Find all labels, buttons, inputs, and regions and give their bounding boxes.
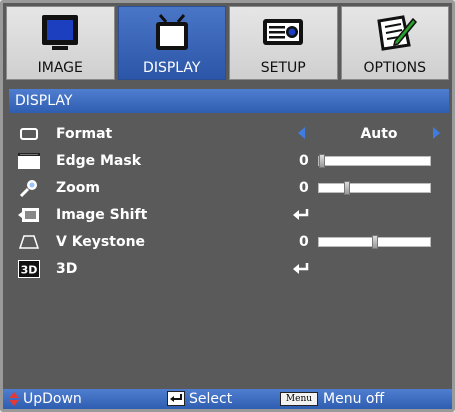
- menu-item-v-keystone[interactable]: V Keystone 0: [9, 229, 449, 256]
- menu-item-format[interactable]: Format Auto: [9, 121, 449, 148]
- up-down-arrow-icon: [9, 392, 19, 406]
- right-arrow-icon[interactable]: [433, 127, 440, 139]
- svg-text:3D: 3D: [21, 264, 38, 277]
- projector-icon: [263, 19, 304, 45]
- menu-item-image-shift[interactable]: Image Shift: [9, 202, 449, 229]
- tab-options[interactable]: OPTIONS: [340, 6, 449, 80]
- menu-item-label: Zoom: [56, 180, 100, 196]
- menu-off-hint: Menu off: [323, 391, 385, 407]
- zoom-slider[interactable]: [318, 181, 431, 195]
- menu-item-label: Format: [56, 126, 113, 142]
- image-shift-icon: [18, 208, 39, 222]
- menu-item-label: 3D: [56, 261, 78, 277]
- menu-item-edge-mask[interactable]: Edge Mask 0: [9, 148, 449, 175]
- menu-list: Format Auto Edge Mask 0 Zoom 0 Image Shi…: [9, 121, 449, 283]
- menu-item-3d[interactable]: 3D 3D: [9, 256, 449, 283]
- tab-label: SETUP: [260, 60, 306, 76]
- format-value: Auto: [360, 126, 398, 142]
- zoom-icon: [19, 180, 37, 197]
- tab-label: OPTIONS: [363, 60, 427, 76]
- 3d-icon: 3D: [18, 260, 40, 278]
- edge-mask-value: 0: [299, 153, 309, 169]
- tab-setup[interactable]: SETUP: [229, 6, 338, 80]
- menu-item-label: Edge Mask: [56, 153, 141, 169]
- slider-thumb[interactable]: [344, 181, 350, 195]
- slider-thumb[interactable]: [372, 235, 378, 249]
- edge-mask-icon: [18, 153, 40, 169]
- format-icon: [20, 128, 38, 140]
- v-keystone-slider[interactable]: [318, 235, 431, 249]
- menu-item-zoom[interactable]: Zoom 0: [9, 175, 449, 202]
- notepad-pencil-icon: [377, 15, 417, 51]
- section-header: DISPLAY: [9, 89, 449, 113]
- keystone-icon: [18, 235, 40, 249]
- footer-bar: UpDown Select Menu Menu off: [3, 389, 452, 409]
- tab-label: DISPLAY: [143, 60, 201, 76]
- monitor-icon: [42, 15, 79, 50]
- v-keystone-value: 0: [299, 234, 309, 250]
- updown-hint: UpDown: [23, 391, 82, 407]
- zoom-value: 0: [299, 180, 309, 196]
- select-hint: Select: [189, 391, 233, 407]
- menu-item-label: Image Shift: [56, 207, 148, 223]
- enter-icon[interactable]: [293, 208, 309, 220]
- left-arrow-icon[interactable]: [298, 127, 305, 139]
- menu-key-icon: Menu: [280, 392, 318, 406]
- tab-label: IMAGE: [37, 60, 83, 76]
- tv-icon: [155, 14, 188, 50]
- enter-icon[interactable]: [293, 262, 309, 274]
- slider-thumb[interactable]: [319, 154, 325, 168]
- select-key-icon: [167, 391, 185, 406]
- tab-bar: IMAGE DISPLAY SETUP OPTIONS: [6, 6, 449, 80]
- tab-image[interactable]: IMAGE: [6, 6, 115, 80]
- edge-mask-slider[interactable]: [318, 154, 431, 168]
- osd-window: IMAGE DISPLAY SETUP OPTIONS DISPLAY Form…: [0, 0, 455, 412]
- menu-item-label: V Keystone: [56, 234, 146, 250]
- tab-display[interactable]: DISPLAY: [117, 6, 226, 80]
